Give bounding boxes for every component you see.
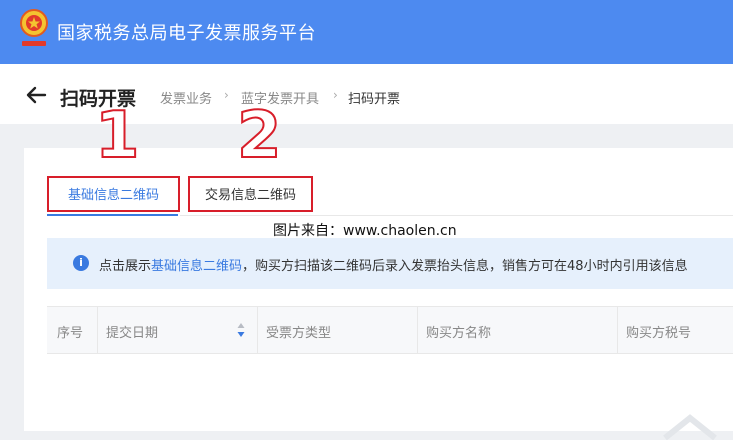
breadcrumb-item-current: 扫码开票 [348,92,401,107]
chevron-right-icon: › [333,88,338,102]
column-divider [417,306,418,354]
notice-prefix: 点击展示 [99,259,152,274]
active-tab-indicator [47,214,178,216]
annotation-number-2: 2 [236,99,283,173]
column-header-buyer-name: 购买方名称 [426,326,492,341]
chevron-right-icon: › [224,88,229,102]
column-header-index: 序号 [57,326,84,341]
arrow-left-icon[interactable] [24,84,48,106]
column-divider [97,306,98,354]
tax-emblem-icon [20,9,48,46]
tabs-divider [180,215,733,216]
annotation-number-1: 1 [94,99,141,173]
sort-icon[interactable] [236,320,246,340]
tab-transaction-info-qrcode[interactable]: 交易信息二维码 [188,176,313,212]
column-header-recipient-type: 受票方类型 [266,326,332,341]
column-divider [617,306,618,354]
decorative-shape [663,414,717,440]
column-header-submit-date[interactable]: 提交日期 [106,322,158,341]
app-title: 国家税务总局电子发票服务平台 [57,23,316,44]
watermark-text: 图片来自：www.chaolen.cn [273,223,457,239]
notice-suffix: ，购买方扫描该二维码后录入发票抬头信息，销售方可在48小时内引用该信息 [242,259,688,274]
notice-link-basic-qrcode[interactable]: 基础信息二维码 [151,259,242,274]
breadcrumb-item-invoice-business[interactable]: 发票业务 [160,88,212,107]
info-icon: i [73,255,89,271]
column-divider [257,306,258,354]
notice-text: 点击展示基础信息二维码，购买方扫描该二维码后录入发票抬头信息，销售方可在48小时… [99,255,688,274]
column-header-buyer-tax-id: 购买方税号 [626,326,692,341]
tab-basic-info-qrcode[interactable]: 基础信息二维码 [47,176,180,212]
